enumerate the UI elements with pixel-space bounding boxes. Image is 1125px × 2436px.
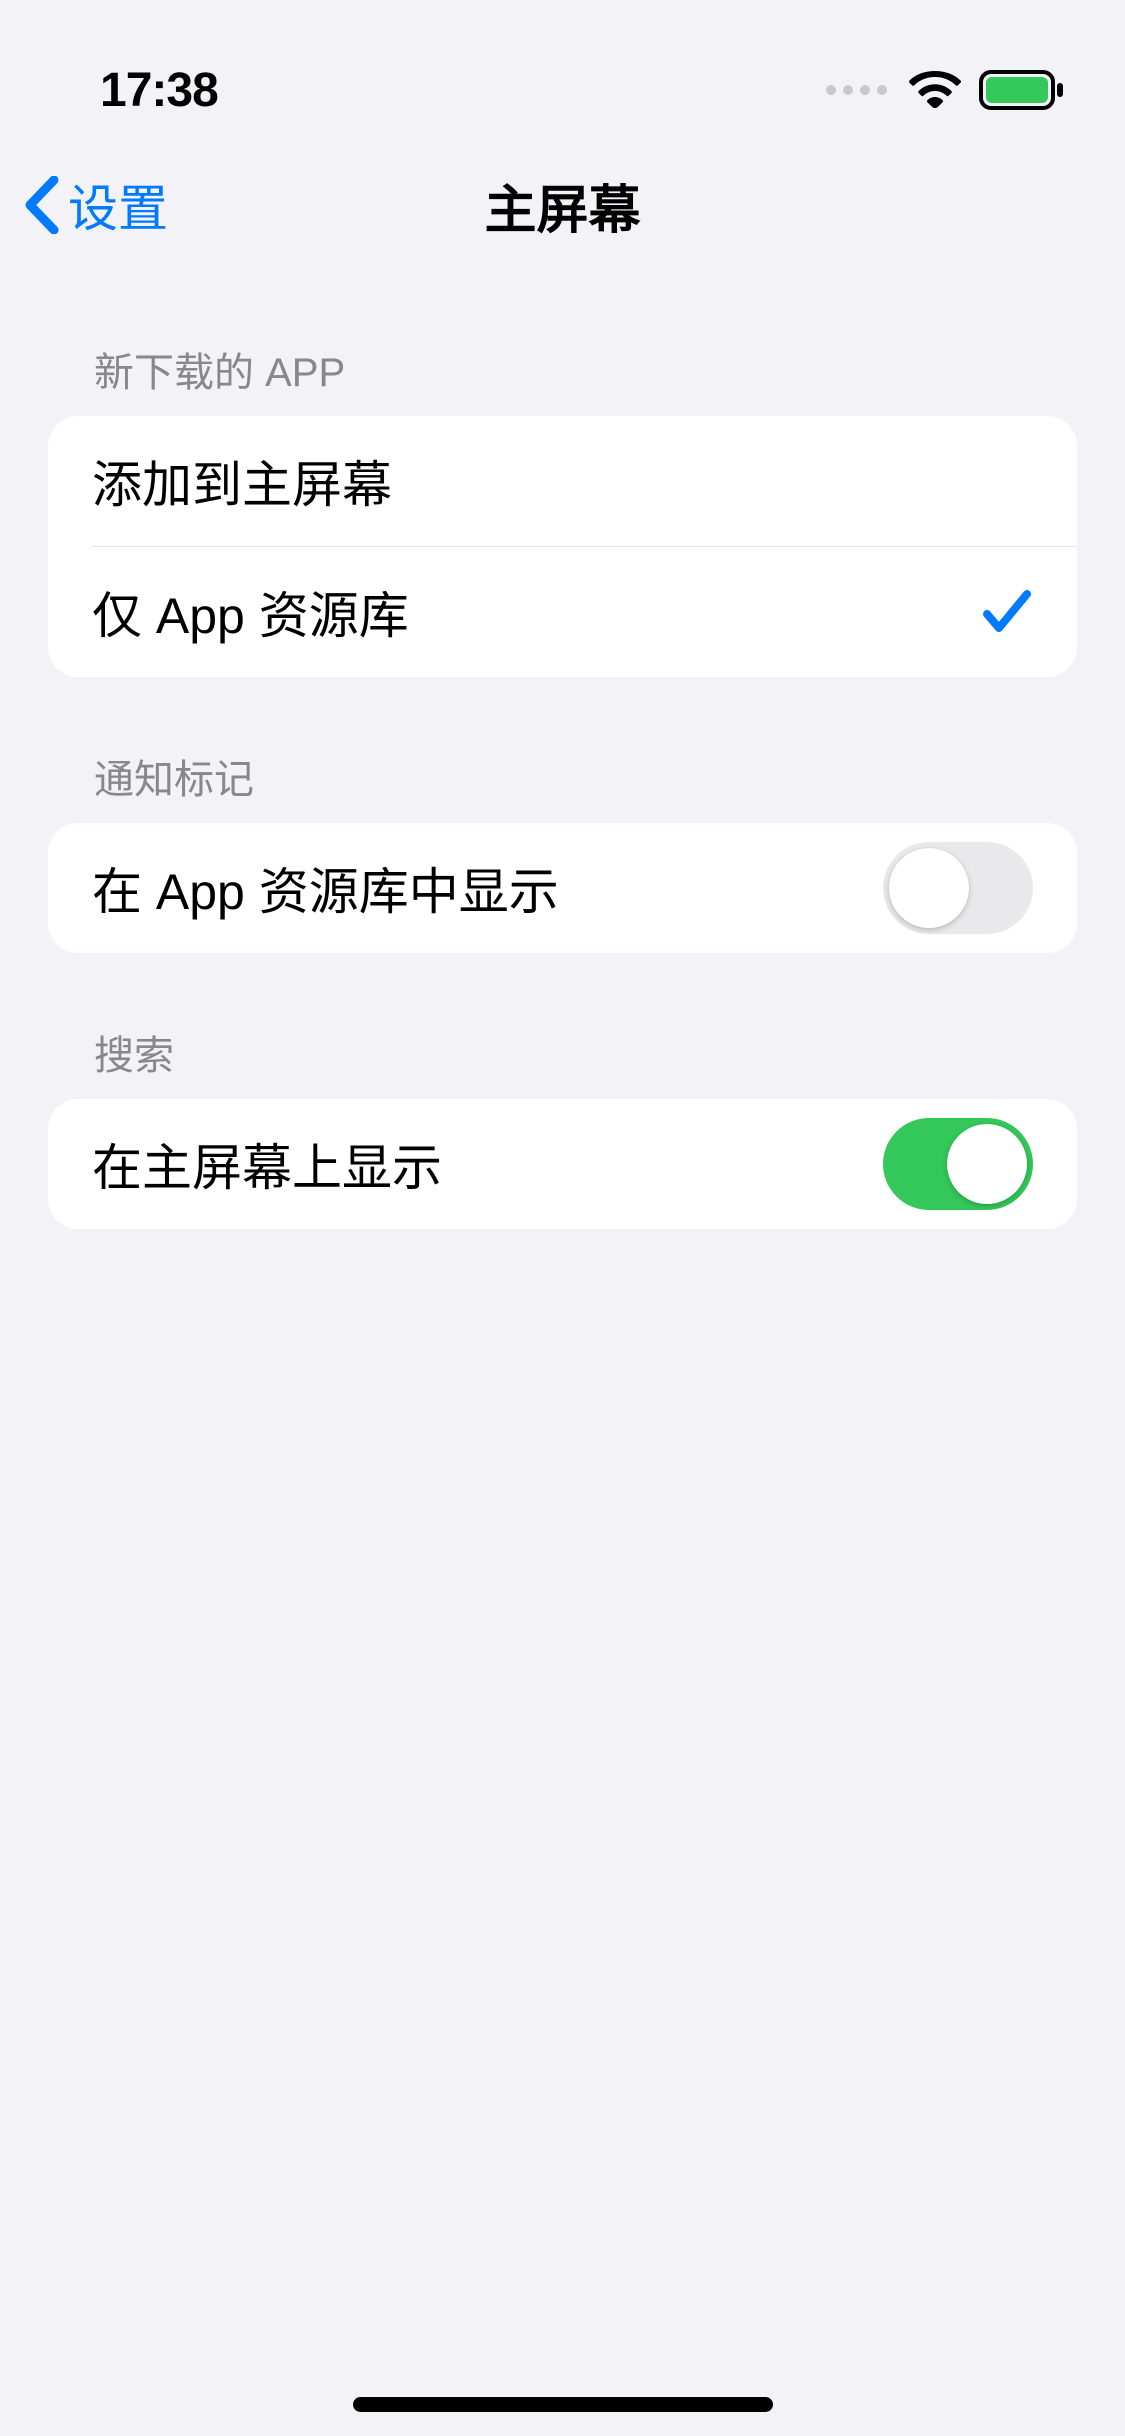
signal-dots-icon — [826, 85, 887, 95]
back-label: 设置 — [68, 169, 168, 241]
option-add-to-home[interactable]: 添加到主屏幕 — [48, 416, 1077, 546]
check-icon — [981, 588, 1033, 636]
back-button[interactable]: 设置 — [24, 169, 168, 241]
row-label: 在主屏幕上显示 — [92, 1128, 442, 1200]
home-indicator[interactable] — [353, 2397, 773, 2412]
section-header-search: 搜索 — [94, 1023, 1075, 1081]
option-label: 添加到主屏幕 — [92, 445, 392, 517]
group-new-apps: 添加到主屏幕 仅 App 资源库 — [48, 416, 1077, 677]
status-time: 17:38 — [100, 63, 218, 118]
group-badges: 在 App 资源库中显示 — [48, 823, 1077, 953]
section-header-new-apps: 新下载的 APP — [94, 340, 1075, 398]
group-search: 在主屏幕上显示 — [48, 1099, 1077, 1229]
status-bar: 17:38 — [0, 0, 1125, 140]
status-indicators — [826, 70, 1065, 110]
toggle-show-on-home[interactable] — [883, 1118, 1033, 1210]
toggle-show-in-library[interactable] — [883, 842, 1033, 934]
battery-icon — [979, 70, 1065, 110]
row-show-on-home: 在主屏幕上显示 — [48, 1099, 1077, 1229]
switch-knob — [889, 848, 969, 928]
wifi-icon — [909, 71, 961, 109]
chevron-left-icon — [24, 176, 60, 234]
switch-knob — [947, 1124, 1027, 1204]
row-show-in-library: 在 App 资源库中显示 — [48, 823, 1077, 953]
option-label: 仅 App 资源库 — [92, 576, 409, 648]
section-header-badges: 通知标记 — [94, 747, 1075, 805]
page-title: 主屏幕 — [0, 168, 1125, 243]
option-app-library-only[interactable]: 仅 App 资源库 — [48, 547, 1077, 677]
nav-bar: 设置 主屏幕 — [0, 140, 1125, 270]
row-label: 在 App 资源库中显示 — [92, 852, 559, 924]
